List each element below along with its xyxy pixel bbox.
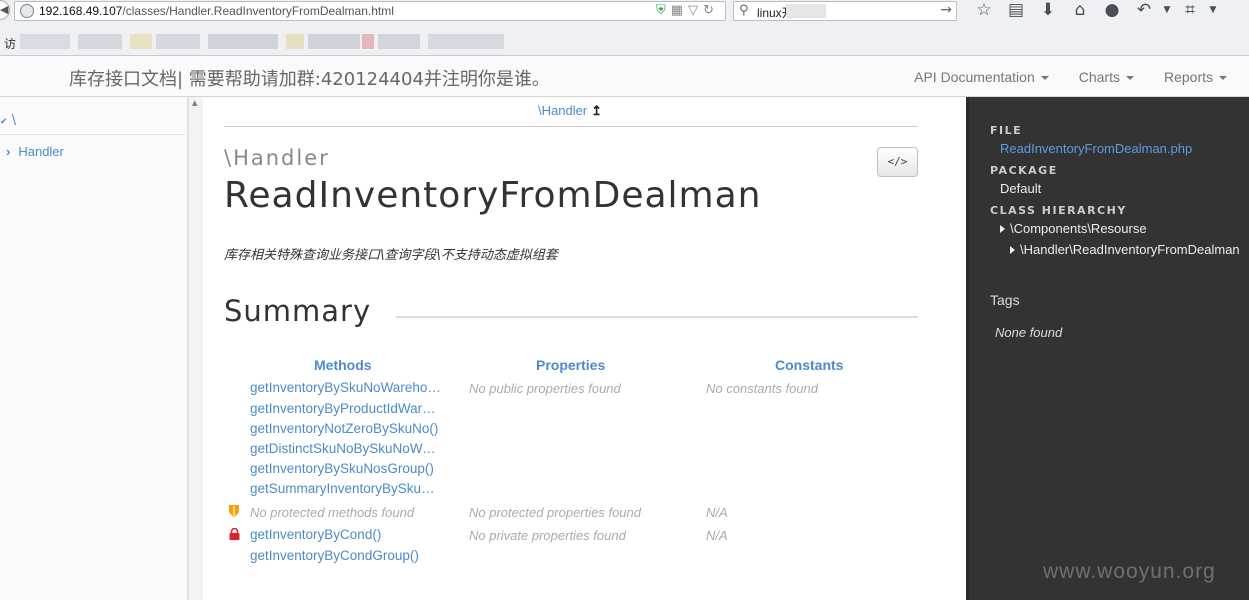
file-link[interactable]: ReadInventoryFromDealman.php <box>1000 141 1192 156</box>
method-link[interactable]: getInventoryBySkuNoWarehouse() <box>250 380 442 395</box>
chat-icon[interactable]: ● <box>1096 0 1128 22</box>
search-go-icon[interactable]: → <box>940 2 952 18</box>
method-link[interactable]: getInventoryByCond() <box>250 527 442 542</box>
hierarchy-item[interactable]: \Components\Resourse <box>1000 221 1147 236</box>
no-protected-properties: No protected properties found <box>469 505 641 520</box>
back-button[interactable]: ◀ <box>0 0 10 20</box>
hierarchy-item[interactable]: \Handler\ReadInventoryFromDealman <box>1010 242 1240 257</box>
shield-icon: ⛨ <box>656 3 671 18</box>
no-constants: No constants found <box>706 381 819 396</box>
dropdown-icon: ▽ <box>688 3 704 18</box>
blurred-bookmark[interactable] <box>20 34 70 49</box>
undo-icon[interactable]: ↶ <box>1128 0 1160 22</box>
blurred-bookmark[interactable] <box>286 34 304 49</box>
class-hierarchy-label: CLASS HIERARCHY <box>990 204 1127 217</box>
triangle-right-icon <box>1010 246 1015 254</box>
blurred-bookmark[interactable] <box>130 34 152 49</box>
blurred-bookmark[interactable] <box>78 34 122 49</box>
class-info-sidebar: FILE ReadInventoryFromDealman.php PACKAG… <box>966 97 1249 600</box>
blurred-bookmark[interactable] <box>308 34 360 49</box>
browser-toolbar: ☆ ▤ ⬇ ⌂ ● ↶ ▼ ⌗ ▼ <box>968 0 1220 22</box>
no-public-properties: No public properties found <box>469 381 621 396</box>
reload-icon: ↻ <box>703 3 719 18</box>
site-brand[interactable]: 库存接口文档| 需要帮助请加群:420124404并注明你是谁。 <box>69 65 550 91</box>
chevron-down-icon: ✔ <box>0 117 8 127</box>
method-link[interactable]: getDistinctSkuNoBySkuNoWarehouse() <box>250 441 442 456</box>
browser-chrome: ◀ 192.168.49.107/classes/Handler.ReadInv… <box>0 0 1249 56</box>
blurred-bookmark[interactable] <box>208 34 278 49</box>
site-navbar: 库存接口文档| 需要帮助请加群:420124404并注明你是谁。 API Doc… <box>0 56 1249 97</box>
blurred-bookmark[interactable] <box>428 34 504 49</box>
caret-down-icon <box>1040 75 1049 80</box>
sidebar-item-handler[interactable]: › Handler <box>6 144 64 159</box>
search-icon: ⚲ <box>739 3 749 18</box>
star-icon[interactable]: ☆ <box>968 0 1000 22</box>
menu-reports[interactable]: Reports <box>1164 69 1227 85</box>
download-icon[interactable]: ⬇ <box>1032 0 1064 22</box>
namespace-sidebar <box>0 97 188 600</box>
scroll-up-icon[interactable]: ▲ <box>192 99 197 107</box>
address-bar[interactable]: 192.168.49.107/classes/Handler.ReadInven… <box>14 1 726 21</box>
summary-divider <box>396 316 918 318</box>
bookmarks-label: 访 <box>4 37 17 51</box>
address-bar-icons: ⛨▦▽↻ <box>656 3 719 18</box>
main-content: \Handler ↥ \Handler </> ReadInventoryFrom… <box>203 97 966 600</box>
globe-icon <box>20 4 34 18</box>
summary-heading: Summary <box>224 294 372 328</box>
caret-down-icon <box>1219 75 1227 80</box>
blurred-text <box>786 4 826 18</box>
more-caret-icon[interactable]: ▼ <box>1206 0 1220 22</box>
method-link[interactable]: getInventoryBySkuNosGroup() <box>250 461 442 476</box>
blurred-bookmark[interactable] <box>362 34 374 49</box>
blurred-bookmark[interactable] <box>378 34 420 49</box>
constants-heading: Constants <box>775 357 844 373</box>
method-link[interactable]: getSummaryInventoryBySkuNo() <box>250 481 442 496</box>
tags-heading: Tags <box>990 292 1020 308</box>
no-protected-methods: No protected methods found <box>250 505 415 520</box>
package-label: PACKAGE <box>990 164 1058 177</box>
blurred-bookmark[interactable] <box>156 34 200 49</box>
class-namespace: \Handler <box>224 146 330 170</box>
url-text: 192.168.49.107/classes/Handler.ReadInven… <box>39 4 394 18</box>
divider <box>224 126 918 127</box>
chevron-right-icon: › <box>6 144 11 159</box>
properties-heading: Properties <box>536 357 606 373</box>
watermark: www.wooyun.org <box>1043 560 1216 583</box>
file-label: FILE <box>990 124 1023 137</box>
class-title: ReadInventoryFromDealman <box>224 175 762 216</box>
bookmarks-bar: 访 <box>0 30 1249 54</box>
home-icon[interactable]: ⌂ <box>1064 0 1096 22</box>
qr-icon: ▦ <box>670 3 689 18</box>
sidebar-scrollbar[interactable]: ▲ <box>188 97 203 600</box>
class-description: 库存相关特殊查询业务接口\查询字段\不支持动态虚拟组套 <box>224 248 558 263</box>
view-source-button[interactable]: </> <box>877 147 918 177</box>
sidebar-divider <box>0 134 185 135</box>
breadcrumb[interactable]: \Handler ↥ <box>538 103 602 119</box>
private-constants-na: N/A <box>706 528 728 543</box>
namespace-root-link[interactable]: ✔ \ <box>0 113 16 128</box>
method-link[interactable]: getInventoryByCondGroup() <box>250 548 442 563</box>
methods-heading: Methods <box>314 357 372 373</box>
triangle-right-icon <box>1000 225 1005 233</box>
reading-list-icon[interactable]: ▤ <box>1000 0 1032 22</box>
no-private-properties: No private properties found <box>469 528 626 543</box>
search-bar[interactable]: ⚲ linux开 → <box>733 1 957 21</box>
method-link[interactable]: getInventoryNotZeroBySkuNo() <box>250 421 442 436</box>
caret-down-icon <box>1125 75 1134 80</box>
up-arrow-icon: ↥ <box>591 103 603 118</box>
protected-shield-icon <box>229 505 239 517</box>
nav-menus: API Documentation Charts Reports <box>884 56 1227 97</box>
menu-caret-icon[interactable]: ▼ <box>1160 0 1174 22</box>
menu-api-documentation[interactable]: API Documentation <box>914 69 1049 85</box>
private-lock-icon <box>229 528 240 540</box>
package-name: Default <box>1000 181 1042 196</box>
menu-charts[interactable]: Charts <box>1079 69 1134 85</box>
method-link[interactable]: getInventoryByProductIdWarehouse() <box>250 401 442 416</box>
tags-none-found: None found <box>995 325 1063 340</box>
crop-icon[interactable]: ⌗ <box>1174 0 1206 22</box>
protected-constants-na: N/A <box>706 505 728 520</box>
